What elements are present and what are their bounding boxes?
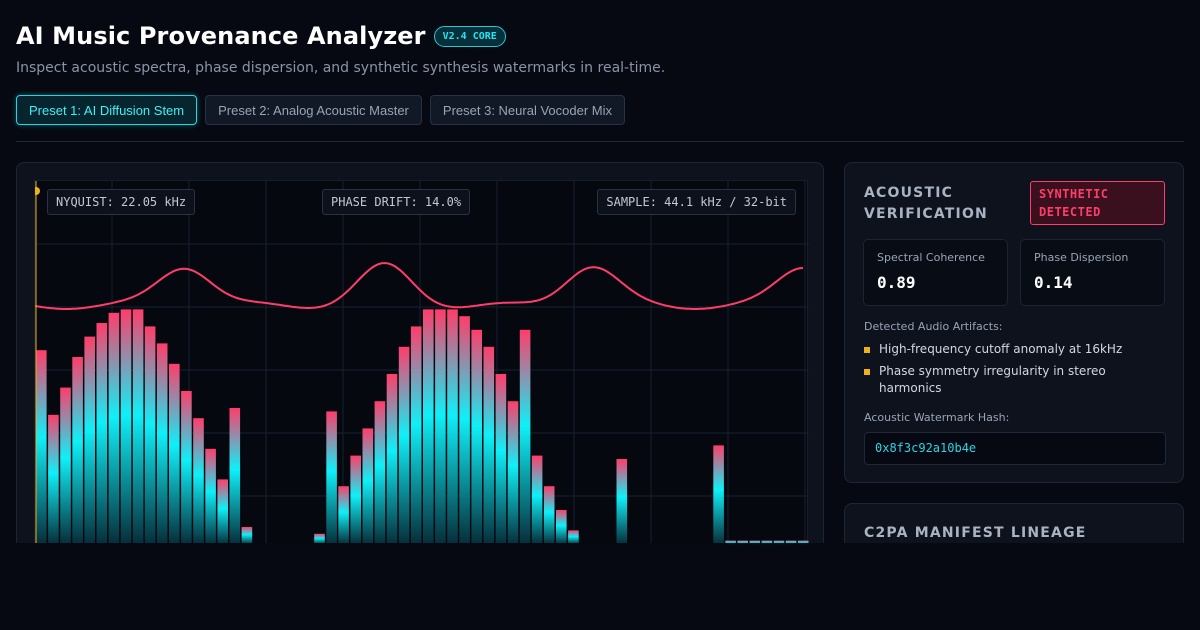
artifacts-label: Detected Audio Artifacts: [864, 320, 1003, 333]
spectrum-bar [156, 343, 168, 544]
preset-button-analog-acoustic[interactable]: Preset 2: Analog Acoustic Master [205, 95, 422, 125]
list-item: Phase symmetry irregularity in stereo ha… [864, 363, 1164, 397]
spectrum-bar [386, 374, 398, 544]
spectrum-bar [435, 309, 446, 544]
page-title: AI Music Provenance Analyzer [16, 22, 426, 50]
artifacts-list: High-frequency cutoff anomaly at 16kHz P… [864, 341, 1164, 402]
spectrum-bar [350, 455, 361, 544]
spectrum-bar [96, 323, 108, 544]
metric-label: Spectral Coherence [877, 251, 985, 264]
spectrum-bar [60, 387, 71, 544]
spectrum-bar [72, 357, 83, 544]
spectrum-bar [556, 510, 567, 544]
spectrum-bar [120, 309, 132, 544]
verification-title: ACOUSTIC VERIFICATION [864, 185, 988, 222]
metric-label: Phase Dispersion [1034, 251, 1129, 264]
c2pa-title: C2PA MANIFEST LINEAGE [864, 525, 1087, 541]
preset-button-neural-vocoder[interactable]: Preset 3: Neural Vocoder Mix [429, 95, 625, 125]
spectrum-bar [144, 326, 156, 544]
spectrum-bar [568, 530, 579, 544]
spectrum-bar [483, 346, 495, 544]
viewport-fold [0, 543, 1200, 630]
header-divider [16, 141, 1184, 142]
spectrum-bar [713, 445, 724, 544]
spectrum-bar [132, 309, 144, 544]
spectrum-bar [398, 346, 410, 544]
spectrum-bar [217, 479, 228, 544]
spectrum-bar [181, 391, 192, 544]
spectrum-canvas [35, 181, 809, 551]
spectrum-bar [36, 350, 47, 544]
spectrum-bar [374, 401, 386, 544]
list-item: High-frequency cutoff anomaly at 16kHz [864, 341, 1164, 358]
spectrum-bar [423, 309, 434, 544]
phase-waveform [35, 262, 804, 310]
watermark-hash-field[interactable]: 0x8f3c92a10b4e [864, 432, 1166, 465]
metric-value: 0.14 [1034, 273, 1073, 292]
acoustic-verification-panel: ACOUSTIC VERIFICATION SYNTHETIC DETECTED… [844, 162, 1184, 483]
spectrum-bar [507, 401, 519, 544]
spectrum-bar [471, 329, 482, 544]
synthetic-detected-badge: SYNTHETIC DETECTED [1030, 181, 1165, 225]
spectrum-bar [326, 411, 337, 544]
sample-rate-readout: SAMPLE: 44.1 kHz / 32-bit [597, 189, 796, 215]
nyquist-readout: NYQUIST: 22.05 kHz [47, 189, 196, 215]
spectrum-visualizer[interactable]: NYQUIST: 22.05 kHz PHASE DRIFT: 14.0% SA… [34, 180, 809, 551]
spectrum-bar [543, 486, 555, 544]
spectrum-bar [616, 459, 628, 544]
spectrum-bar [169, 363, 180, 544]
spectral-coherence-metric: Spectral Coherence 0.89 [863, 239, 1008, 306]
spectrum-bar [519, 329, 531, 544]
preset-button-ai-diffusion[interactable]: Preset 1: AI Diffusion Stem [16, 95, 198, 125]
spectrum-bar [410, 326, 422, 544]
spectrum-bar [108, 312, 120, 544]
spectrum-bar [459, 316, 470, 544]
watermark-label: Acoustic Watermark Hash: [864, 411, 1010, 424]
spectrum-bar [447, 309, 458, 544]
spectrum-bar [531, 455, 543, 544]
spectrum-bar [229, 408, 241, 544]
spectrum-bar [84, 336, 95, 544]
spectrum-visualizer-card: NYQUIST: 22.05 kHz PHASE DRIFT: 14.0% SA… [16, 162, 824, 552]
metric-value: 0.89 [877, 273, 916, 292]
phase-dispersion-metric: Phase Dispersion 0.14 [1020, 239, 1165, 306]
spectrum-bar [338, 486, 349, 544]
spectrum-bar [205, 448, 216, 544]
version-badge: V2.4 CORE [433, 25, 506, 47]
spectrum-bar [241, 527, 253, 544]
spectrum-bar [495, 374, 507, 544]
page-header: AI Music Provenance Analyzer V2.4 CORE [16, 22, 506, 50]
playhead-marker[interactable] [35, 187, 40, 195]
bullet-icon [864, 369, 870, 375]
spectrum-bar [362, 428, 374, 544]
spectrum-bar [193, 418, 204, 544]
spectrum-bar [48, 414, 59, 544]
preset-bar: Preset 1: AI Diffusion Stem Preset 2: An… [16, 95, 625, 125]
phase-drift-readout: PHASE DRIFT: 14.0% [322, 189, 471, 215]
bullet-icon [864, 347, 870, 353]
page-subtitle: Inspect acoustic spectra, phase dispersi… [16, 60, 666, 76]
